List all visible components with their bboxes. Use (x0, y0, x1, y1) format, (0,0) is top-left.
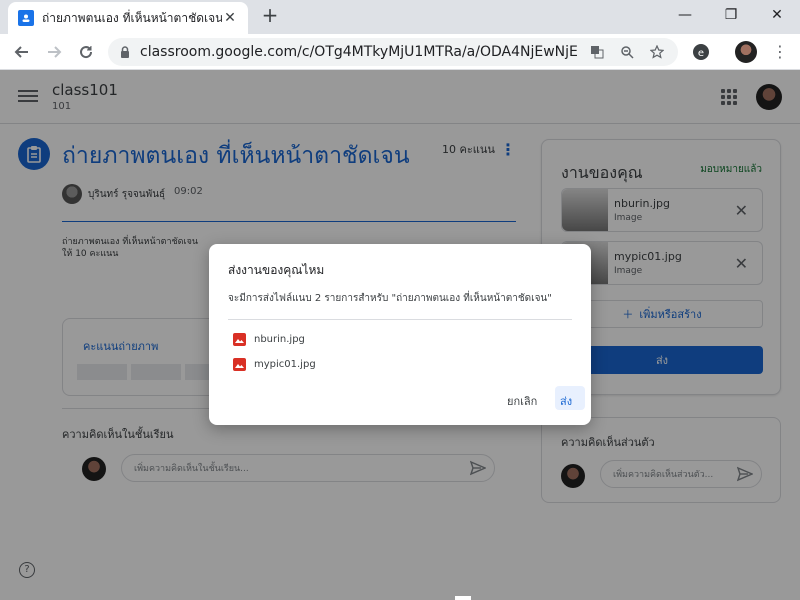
maximize-button[interactable]: ❐ (708, 0, 754, 30)
minimize-button[interactable]: — (662, 0, 708, 30)
browser-profile-avatar[interactable] (735, 41, 757, 63)
dialog-divider (228, 319, 572, 320)
tab-title: ถ่ายภาพตนเอง ที่เห็นหน้าตาชัดเจน (42, 10, 222, 25)
dialog-file-item: mypic01.jpg (233, 358, 316, 371)
lock-icon (121, 46, 129, 58)
forward-icon[interactable] (40, 38, 68, 66)
svg-text:e: e (698, 48, 704, 59)
browser-tabstrip: ถ่ายภาพตนเอง ที่เห็นหน้าตาชัดเจน ✕ + — ❐… (0, 0, 800, 34)
browser-menu-icon[interactable]: ⋮ (772, 40, 788, 64)
dialog-file-name: mypic01.jpg (254, 359, 316, 370)
reload-icon[interactable] (72, 38, 100, 66)
back-icon[interactable] (8, 38, 36, 66)
dialog-body: จะมีการส่งไฟล์แนบ 2 รายการสำหรับ "ถ่ายภา… (228, 293, 552, 304)
extension-icon[interactable]: e (690, 41, 712, 63)
tab-close-icon[interactable]: ✕ (222, 10, 238, 26)
image-file-icon (233, 358, 246, 371)
dialog-title: ส่งงานของคุณไหม (228, 263, 325, 277)
image-file-icon (233, 333, 246, 346)
address-bar[interactable]: classroom.google.com/c/OTg4MTkyMjU1MTRa/… (108, 38, 678, 66)
dialog-file-name: nburin.jpg (254, 334, 305, 345)
browser-toolbar: classroom.google.com/c/OTg4MTkyMjU1MTRa/… (0, 34, 800, 70)
classroom-favicon-icon (18, 10, 34, 26)
browser-tab[interactable]: ถ่ายภาพตนเอง ที่เห็นหน้าตาชัดเจน ✕ (8, 2, 248, 34)
dialog-file-item: nburin.jpg (233, 333, 305, 346)
new-tab-button[interactable]: + (260, 5, 280, 26)
translate-icon[interactable] (586, 41, 608, 63)
bookmark-star-icon[interactable] (646, 41, 668, 63)
url-text: classroom.google.com/c/OTg4MTkyMjU1MTRa/… (140, 44, 578, 60)
zoom-icon[interactable] (616, 41, 638, 63)
close-window-button[interactable]: ✕ (754, 0, 800, 30)
window-edge (455, 596, 471, 600)
confirm-submit-button[interactable]: ส่ง (560, 392, 572, 410)
cancel-button[interactable]: ยกเลิก (507, 392, 537, 410)
submit-confirmation-dialog: ส่งงานของคุณไหม จะมีการส่งไฟล์แนบ 2 รายก… (209, 244, 591, 425)
